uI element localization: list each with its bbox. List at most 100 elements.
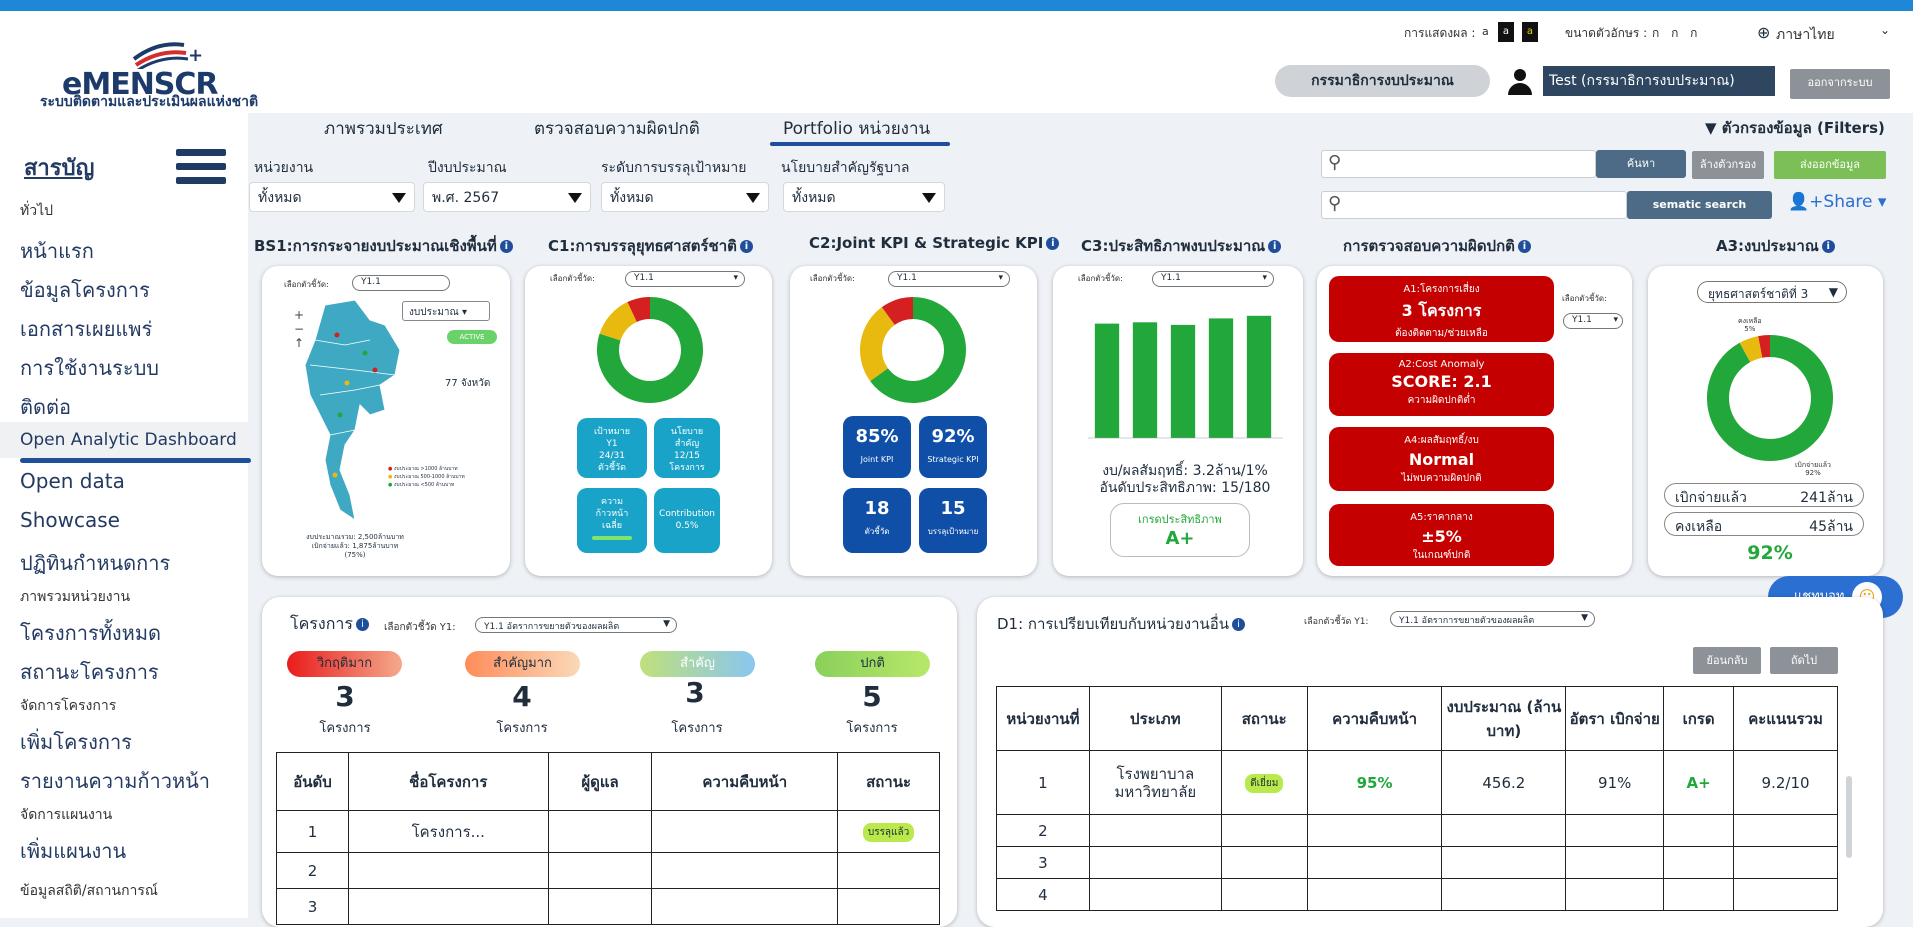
c3-indicator-select[interactable]: Y1.1 ▾ (1152, 271, 1274, 287)
filter-level-select[interactable]: ทั้งหมด (601, 182, 769, 212)
sidebar-item-project-info[interactable]: ข้อมูลโครงการ (20, 274, 150, 306)
filter-year-select[interactable]: พ.ศ. 2567 (423, 182, 591, 212)
map-zoom-controls[interactable]: + − ↑ (294, 308, 304, 350)
chevron-down-icon: ▾ (1262, 273, 1267, 283)
display-mode-dark[interactable]: a (1498, 22, 1514, 42)
col-agency-no[interactable]: หน่วยงานที่ (996, 686, 1090, 751)
sidebar-item-calendar[interactable]: ปฏิทินกำหนดการ (20, 547, 170, 579)
sidebar-item-usage[interactable]: การใช้งานระบบ (20, 352, 159, 384)
info-icon[interactable]: i (499, 240, 513, 253)
clear-filters-button[interactable]: ล้างตัวกรอง (1692, 151, 1764, 179)
next-button[interactable]: ถัดไป (1770, 647, 1838, 674)
search-input[interactable]: ⚲ (1321, 150, 1596, 178)
semantic-search-button[interactable]: sematic search (1627, 191, 1772, 219)
table-row[interactable]: 1 โครงการ... บรรลุแล้ว (276, 810, 940, 853)
status-pill-critical[interactable]: วิกฤติมาก (287, 651, 402, 677)
sidebar-item-showcase[interactable]: Showcase (20, 508, 120, 532)
sidebar-item-open-data[interactable]: Open data (20, 469, 125, 493)
col-budget[interactable]: งบประมาณ (ล้านบาท) (1441, 686, 1567, 751)
table-row[interactable]: 2 (276, 852, 940, 889)
anomaly-a2-box[interactable]: A2:Cost Anomaly SCORE: 2.1 ความผิดปกติต่ำ (1329, 353, 1554, 416)
sidebar-item-open-analytic-dashboard[interactable]: Open Analytic Dashboard (20, 430, 237, 450)
language-selector[interactable]: ภาษาไทย (1776, 24, 1835, 46)
col-type[interactable]: ประเภท (1088, 686, 1222, 751)
filters-toggle[interactable]: ▼ ตัวกรองข้อมูล (Filters) (1705, 116, 1885, 140)
cell-project-name[interactable]: โครงการ... (347, 810, 549, 853)
tab-country-overview[interactable]: ภาพรวมประเทศ (324, 115, 443, 142)
table-row[interactable]: 4 (996, 878, 1838, 911)
col-progress[interactable]: ความคืบหน้า (1306, 686, 1443, 751)
font-size-options[interactable]: ก ก ก (1652, 24, 1701, 43)
col-progress[interactable]: ความคืบหน้า (651, 752, 839, 811)
comparison-scrollbar[interactable] (1846, 776, 1852, 858)
info-icon[interactable]: i (1046, 237, 1060, 250)
info-icon[interactable]: i (1268, 240, 1282, 253)
info-icon[interactable]: i (739, 240, 753, 253)
display-mode-contrast[interactable]: a (1522, 22, 1538, 42)
bs1-indicator-select[interactable]: Y1.1 (352, 275, 450, 291)
cell-project-name[interactable] (347, 852, 549, 889)
export-button[interactable]: ส่งออกข้อมูล (1774, 151, 1886, 179)
a3-strategy-select[interactable]: ยุทธศาสตร์ชาติที่ 3 ▼ (1697, 281, 1847, 303)
comparison-title: D1: การเปรียบเทียบกับหน่วยงานอื่น i (997, 612, 1246, 636)
col-disbursement-rate[interactable]: อัตรา เบิกจ่าย (1565, 686, 1665, 751)
user-name[interactable]: Test (กรรมาธิการงบประมาณ) (1543, 66, 1775, 96)
anomaly-a4-box[interactable]: A4:ผลสัมฤทธิ์/งบ Normal ไม่พบความผิดปกติ (1329, 427, 1554, 491)
info-icon[interactable]: i (355, 618, 369, 631)
sidebar-item-publications[interactable]: เอกสารเผยแพร่ (20, 313, 152, 345)
hamburger-menu-icon[interactable] (176, 149, 226, 193)
anomaly-indicator-value: Y1.1 (1572, 315, 1592, 325)
table-header-row: อันดับ ชื่อโครงการ ผู้ดูแล ความคืบหน้า ส… (276, 752, 940, 811)
chevron-down-icon: ▼ (663, 619, 670, 629)
anomaly-a1-box[interactable]: A1:โครงการเสี่ยง 3 โครงการ ต้องติดตาม/ช่วย… (1329, 276, 1554, 342)
table-row[interactable]: 2 (996, 814, 1838, 847)
sidebar-item-progress-report[interactable]: รายงานความก้าวหน้า (20, 765, 210, 797)
col-total-score[interactable]: คะแนนรวม (1733, 686, 1838, 751)
sidebar-item-add-plan[interactable]: เพิ่มแผนงาน (20, 835, 126, 867)
sidebar-item-home[interactable]: หน้าแรก (20, 235, 94, 267)
anomaly-indicator-select[interactable]: Y1.1 ▾ (1563, 313, 1623, 329)
col-rank[interactable]: อันดับ (276, 752, 349, 811)
filter-agency-select[interactable]: ทั้งหมด (249, 182, 415, 212)
prev-button[interactable]: ย้อนกลับ (1693, 647, 1761, 674)
info-icon[interactable]: i (1821, 240, 1835, 253)
table-row[interactable]: 3 (276, 888, 940, 925)
display-mode-light[interactable]: a (1482, 25, 1489, 38)
table-row[interactable]: 3 (996, 846, 1838, 879)
info-icon[interactable]: i (1232, 618, 1246, 631)
status-pill-very-important[interactable]: สำคัญมาก (465, 651, 580, 677)
col-status[interactable]: สถานะ (837, 752, 940, 811)
tab-portfolio[interactable]: Portfolio หน่วยงาน (783, 115, 930, 142)
cell-project-name[interactable] (347, 888, 549, 925)
col-project-name[interactable]: ชื่อโครงการ (347, 752, 549, 811)
role-pill[interactable]: กรรมาธิการงบประมาณ (1275, 65, 1490, 97)
search-button[interactable]: ค้นหา (1596, 150, 1686, 178)
projects-indicator-select[interactable]: Y1.1 อัตราการขยายตัวของผลผลิต ▼ (475, 617, 677, 633)
sidebar-item-all-projects[interactable]: โครงการทั้งหมด (20, 617, 161, 649)
info-icon[interactable]: i (1517, 240, 1531, 253)
status-pill-important[interactable]: สำคัญ (640, 651, 755, 677)
col-status[interactable]: สถานะ (1220, 686, 1308, 751)
share-button[interactable]: 👤+Share ▾ (1788, 192, 1886, 212)
filter-policy-select[interactable]: ทั้งหมด (783, 182, 945, 212)
col-owner[interactable]: ผู้ดูแล (547, 752, 653, 811)
c2-indicator-value: Y1.1 (897, 273, 917, 283)
semantic-search-input[interactable]: ⚲ (1321, 191, 1627, 219)
c3-summary: งบ/ผลสัมฤทธิ์: 3.2ล้าน/1% อันดับประสิทธิ… (1080, 463, 1290, 497)
chevron-down-icon[interactable]: ⌄ (1880, 23, 1890, 37)
comparison-indicator-select[interactable]: Y1.1 อัตราการขยายตัวของผลผลิต ▼ (1390, 611, 1595, 627)
tab-anomaly-check[interactable]: ตรวจสอบความผิดปกติ (534, 115, 700, 142)
table-row[interactable]: 1 โรงพยาบาล มหาวิทยาลัย ดีเยี่ยม 95% 456… (996, 750, 1838, 815)
bs1-metric-select[interactable]: งบประมาณ ▾ (402, 301, 490, 321)
anomaly-a5-box[interactable]: A5:ราคากลาง ±5% ในเกณฑ์ปกติ (1329, 504, 1554, 566)
col-grade[interactable]: เกรด (1663, 686, 1735, 751)
globe-icon[interactable]: ⊕ (1757, 23, 1770, 42)
sidebar-item-add-project[interactable]: เพิ่มโครงการ (20, 726, 132, 758)
sidebar-item-project-status[interactable]: สถานะโครงการ (20, 656, 159, 688)
logout-button[interactable]: ออกจากระบบ (1790, 69, 1890, 99)
bs1-active-toggle[interactable]: ACTIVE (447, 330, 497, 344)
c2-indicator-select[interactable]: Y1.1 ▾ (888, 271, 1010, 287)
sidebar-item-contact[interactable]: ติดต่อ (20, 391, 71, 423)
c1-indicator-select[interactable]: Y1.1 ▾ (625, 271, 745, 287)
status-pill-normal[interactable]: ปกติ (815, 651, 930, 677)
